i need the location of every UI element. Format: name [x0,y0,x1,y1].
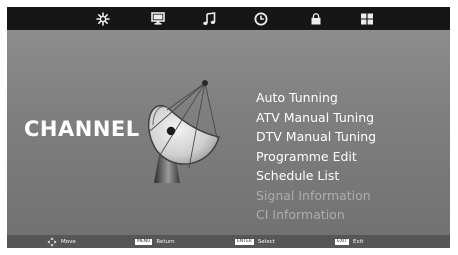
hint-return-label: Return [156,238,175,245]
picture-settings-icon [96,11,110,26]
lock-icon [311,12,321,24]
tab-display[interactable] [148,9,168,28]
menu-item-schedule-list[interactable]: Schedule List [256,166,376,186]
tab-lock[interactable] [306,9,326,28]
music-note-icon [203,11,216,25]
hint-return: MENU Return [135,235,175,248]
hint-move-label: Move [61,238,76,245]
clock-icon [254,12,268,25]
hint-exit-label: Exit [353,238,364,245]
directional-arrows-icon [47,237,57,246]
satellite-dish-icon [148,80,220,183]
tab-setup[interactable] [357,9,377,28]
hint-select: ENTER Select [235,235,275,248]
key-hint-bar: Move MENU Return ENTER Select EXIT Exit [7,235,450,248]
section-title: CHANNEL [24,117,140,141]
menu-content: CHANNEL Auto Tunning ATV Manual Tuning D… [7,30,450,235]
exit-key-badge: EXIT [335,238,350,245]
menu-item-ci-information: CI Information [256,207,345,222]
menu-item-atv-manual-tuning[interactable]: ATV Manual Tuning [256,108,376,128]
monitor-icon [151,12,165,25]
grid-icon [361,13,373,24]
channel-menu: Auto Tunning ATV Manual Tuning DTV Manua… [256,88,376,225]
hint-select-label: Select [257,238,275,245]
tab-picture[interactable] [93,9,113,28]
menu-key-badge: MENU [135,238,153,245]
menu-item-auto-tuning[interactable]: Auto Tunning [256,88,376,108]
hint-exit: EXIT Exit [335,235,363,248]
tab-sound[interactable] [199,9,219,28]
tab-time[interactable] [251,9,271,28]
hint-move: Move [47,235,76,248]
enter-key-badge: ENTER [235,238,254,245]
menu-item-dtv-manual-tuning[interactable]: DTV Manual Tuning [256,127,376,147]
tv-menu-screen: CHANNEL Auto Tunning ATV Manual Tuning D… [7,7,450,248]
menu-item-programme-edit[interactable]: Programme Edit [256,147,376,167]
menu-item-signal-information: Signal Information [256,187,371,203]
menu-tab-bar [7,7,450,30]
